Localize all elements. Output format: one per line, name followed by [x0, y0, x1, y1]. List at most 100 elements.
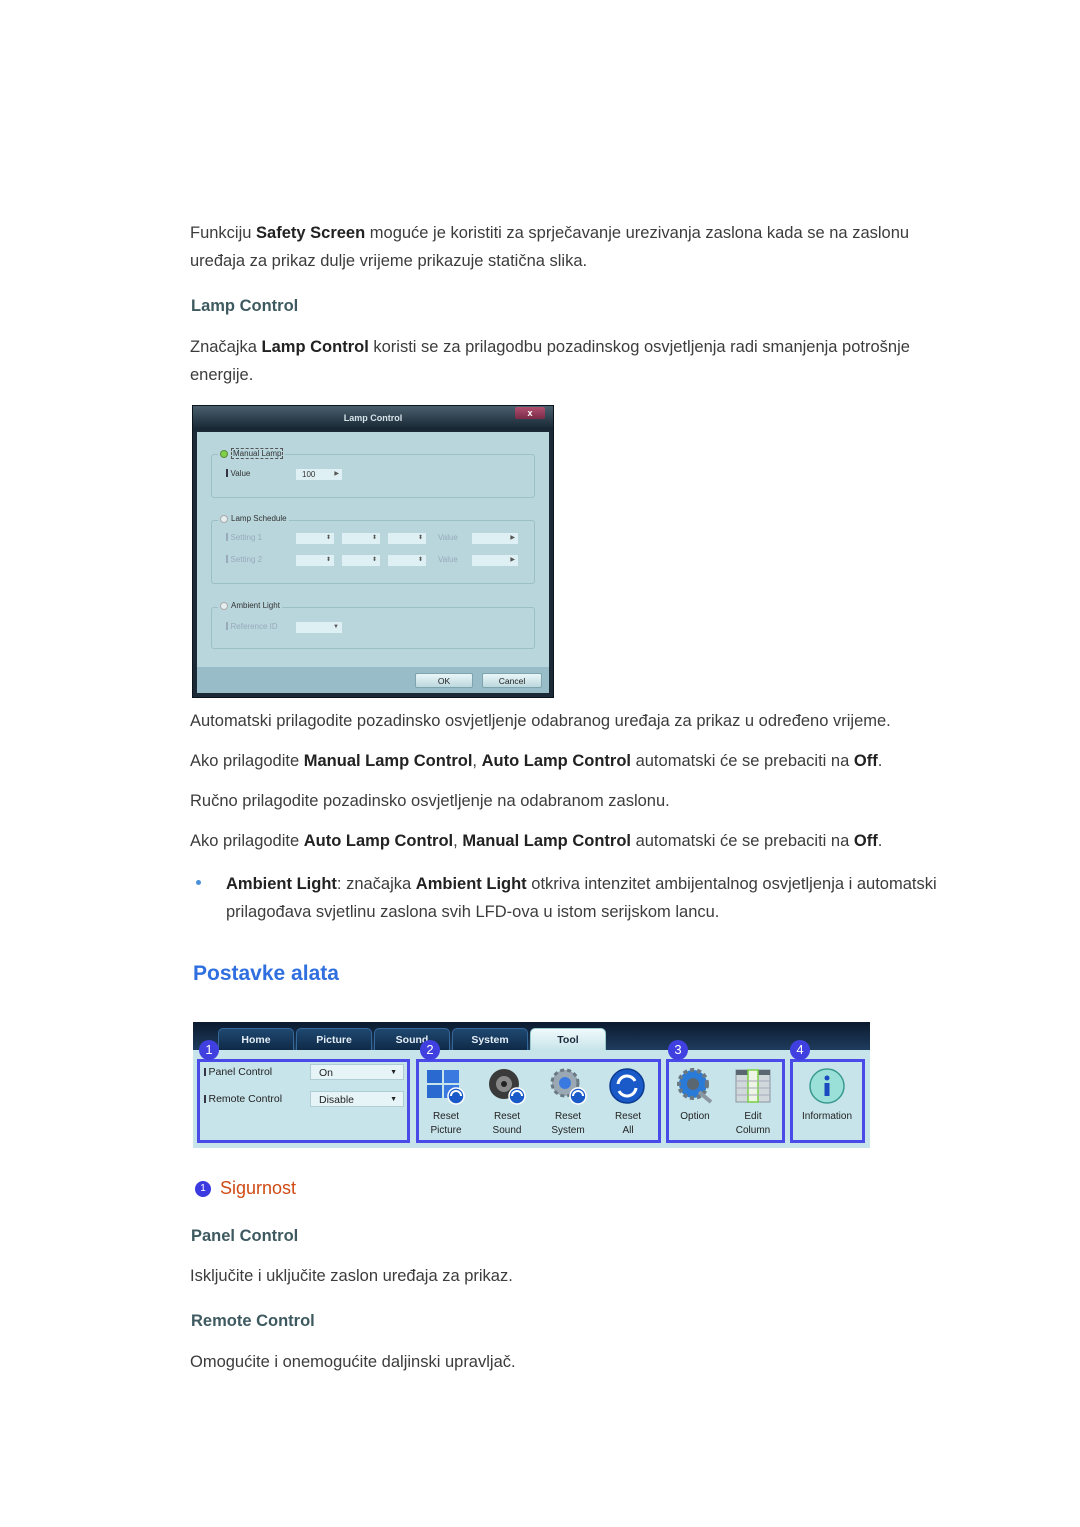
setting1-ampm-spinner[interactable]: ⬍ [388, 533, 426, 544]
radio-selected-icon[interactable] [220, 449, 228, 458]
lamp-schedule-label: Lamp Schedule [231, 514, 287, 523]
tab-picture[interactable]: Picture [296, 1028, 372, 1050]
setting1-hour-spinner[interactable]: ⬍ [296, 533, 334, 544]
setting1-value-label: Value [438, 533, 458, 542]
tab-tool[interactable]: Tool [530, 1028, 606, 1050]
setting1-minute-spinner[interactable]: ⬍ [342, 533, 380, 544]
information-icon [809, 1068, 845, 1104]
ambient-light-option[interactable]: Ambient Light [218, 601, 282, 610]
text: moguće je koristiti za sprječavanje urez… [365, 224, 910, 242]
arrow-right-icon[interactable]: ▶ [510, 533, 515, 544]
radio-unselected-icon[interactable] [220, 601, 228, 610]
text: Ako prilagodite [190, 752, 304, 770]
text: energije. [190, 366, 254, 384]
value-text: 100 [302, 470, 316, 479]
label-text: Reference ID [230, 622, 278, 631]
lamp-schedule-option[interactable]: Lamp Schedule [218, 514, 289, 523]
ambient-light-label: Ambient Light [231, 601, 280, 610]
bar-icon [204, 1095, 206, 1103]
section-number-2: 2 [420, 1040, 440, 1060]
manual-lamp-group: Manual Lamp Value 100 ▶ [211, 448, 535, 498]
cancel-button[interactable]: Cancel [482, 673, 542, 688]
tab-home[interactable]: Home [218, 1028, 294, 1050]
setting1-label: Setting 1 [226, 533, 262, 542]
setting1-value-field[interactable]: ▶ [472, 533, 518, 544]
text: automatski će se prebaciti na [631, 752, 854, 770]
text: koristi se za prilagodbu pozadinskog osv… [368, 338, 910, 356]
text: Ako prilagodite [190, 832, 304, 850]
tool-settings-heading: Postavke alata [193, 962, 339, 985]
text: : značajka [336, 875, 416, 893]
lamp-schedule-group: Lamp Schedule Setting 1 ⬍ ⬍ ⬍ Value ▶ Se… [211, 514, 535, 584]
spinner-icon[interactable]: ⬍ [418, 533, 423, 544]
reset-system-icon [550, 1068, 587, 1105]
setting2-value-label: Value [438, 555, 458, 564]
panel-control-text: Isključite i uključite zaslon uređaja za… [190, 1267, 513, 1285]
section-number-4: 4 [790, 1040, 810, 1060]
select-value: Disable [319, 1094, 355, 1106]
reference-id-label: Reference ID [226, 622, 278, 631]
remote-control-select[interactable]: Disable ▼ [310, 1091, 404, 1107]
label-text: Setting 2 [230, 555, 263, 564]
chevron-down-icon[interactable]: ▼ [333, 622, 339, 633]
reset-sound-label: Reset Sound [492, 1111, 522, 1136]
setting2-value-field[interactable]: ▶ [472, 555, 518, 566]
section-number-1: 1 [199, 1040, 219, 1060]
text: automatski će se prebaciti na [631, 832, 854, 850]
setting2-ampm-spinner[interactable]: ⬍ [388, 555, 426, 566]
panel-control-heading: Panel Control [191, 1227, 299, 1245]
spinner-icon[interactable]: ⬍ [418, 555, 423, 566]
option-gear-icon [677, 1068, 713, 1104]
bold-term: Auto Lamp Control [481, 752, 631, 770]
value-field[interactable]: 100 ▶ [296, 469, 342, 480]
setting2-minute-spinner[interactable]: ⬍ [342, 555, 380, 566]
text: Funkciju [190, 224, 257, 242]
bold-term: Ambient Light [226, 875, 337, 893]
manual-lamp-option[interactable]: Manual Lamp [218, 448, 286, 459]
reset-sound-icon [489, 1069, 526, 1105]
tool-panel: Home Picture Sound System Tool 1 Panel C… [193, 1022, 870, 1148]
tab-system[interactable]: System [452, 1028, 528, 1050]
bar-icon [226, 469, 228, 477]
setting2-hour-spinner[interactable]: ⬍ [296, 555, 334, 566]
reset-all-icon [609, 1068, 645, 1104]
text: , [453, 832, 463, 850]
bar-icon [226, 622, 228, 630]
remote-control-text: Omogućite i onemogućite daljinski upravl… [190, 1353, 516, 1371]
remote-control-heading: Remote Control [191, 1312, 315, 1330]
arrow-right-icon[interactable]: ▶ [334, 469, 339, 480]
lamp-control-paragraph: Značajka Lamp Control koristi se za pril… [190, 333, 990, 389]
bar-icon [226, 555, 228, 563]
dialog-body: Manual Lamp Value 100 ▶ Lamp Schedule Set… [197, 432, 549, 667]
reset-system-label: Reset System [551, 1111, 585, 1136]
reference-id-dropdown[interactable]: ▼ [296, 622, 342, 633]
intro-paragraph: Funkciju Safety Screen moguće je koristi… [190, 219, 990, 275]
radio-unselected-icon[interactable] [220, 514, 228, 523]
bold-term: Lamp Control [261, 338, 369, 356]
panel-control-select[interactable]: On ▼ [310, 1064, 404, 1080]
bold-term: Off [853, 832, 878, 850]
option-label: Option [680, 1111, 710, 1122]
text: Značajka [190, 338, 262, 356]
edit-column-label: Edit Column [735, 1111, 771, 1136]
lamp-control-heading: Lamp Control [191, 297, 299, 315]
ok-button[interactable]: OK [415, 673, 473, 688]
text: otkriva intenzitet ambijentalnog osvjetl… [526, 875, 937, 893]
label-text: Panel Control [208, 1066, 273, 1078]
manual-lamp-paragraph: Ručno prilagodite pozadinsko osvjetljenj… [190, 792, 670, 810]
chevron-down-icon[interactable]: ▼ [390, 1092, 397, 1108]
close-button[interactable]: x [515, 407, 545, 419]
spinner-icon[interactable]: ⬍ [326, 555, 331, 566]
reset-picture-icon [427, 1070, 465, 1105]
spinner-icon[interactable]: ⬍ [326, 533, 331, 544]
bold-term: Manual Lamp Control [303, 752, 473, 770]
reset-all-label: Reset All [614, 1111, 642, 1136]
text: . [877, 832, 883, 850]
spinner-icon[interactable]: ⬍ [372, 533, 377, 544]
dialog-footer: OK Cancel [197, 667, 549, 693]
spinner-icon[interactable]: ⬍ [372, 555, 377, 566]
lamp-control-dialog: Lamp Control x Manual Lamp Value 100 ▶ La… [192, 405, 554, 698]
arrow-right-icon[interactable]: ▶ [510, 555, 515, 566]
bold-term: Manual Lamp Control [462, 832, 631, 850]
chevron-down-icon[interactable]: ▼ [390, 1065, 397, 1081]
